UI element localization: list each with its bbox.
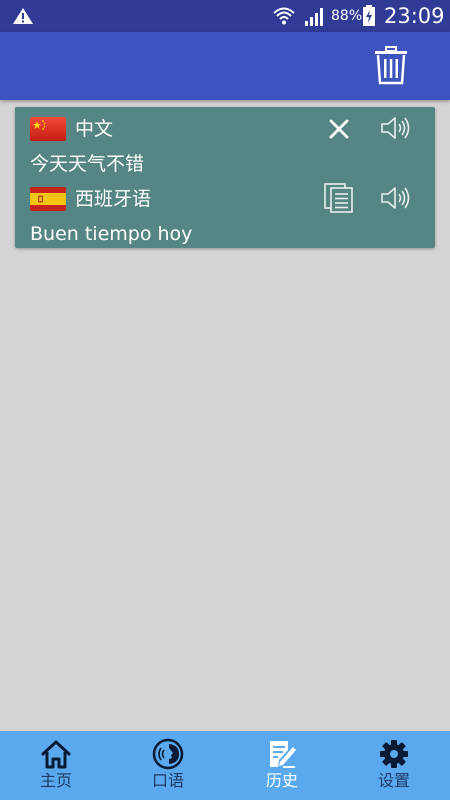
nav-item-home[interactable]: 主页 <box>0 731 112 800</box>
nav-item-speak[interactable]: 口语 <box>112 731 224 800</box>
home-icon <box>41 740 71 769</box>
speak-icon <box>152 738 184 770</box>
app-bar <box>0 32 450 100</box>
nav-label-history: 历史 <box>265 771 298 790</box>
nav-item-history[interactable]: 历史 <box>226 731 338 800</box>
history-card[interactable]: 中文 今天天气不错 西班牙语 Buen tiempo hoy <box>15 107 435 248</box>
target-language-label: 西班牙语 <box>75 188 152 210</box>
spain-flag-icon <box>30 187 66 211</box>
speaker-icon[interactable] <box>381 185 411 211</box>
history-icon <box>270 741 296 768</box>
china-flag-icon <box>30 117 66 141</box>
signal-icon <box>305 8 323 26</box>
close-icon[interactable] <box>329 119 349 139</box>
bottom-nav: 主页 口语 历史 设置 <box>0 731 450 800</box>
speaker-icon[interactable] <box>381 115 411 141</box>
trash-icon[interactable] <box>374 45 408 85</box>
status-bar: 88% 23:09 <box>0 0 450 32</box>
battery-charging-icon <box>363 5 375 26</box>
wifi-icon <box>273 7 295 25</box>
target-text: Buen tiempo hoy <box>30 223 193 245</box>
nav-label-home: 主页 <box>39 771 72 790</box>
battery-percent: 88% <box>331 8 363 24</box>
settings-icon <box>380 740 408 768</box>
warning-icon <box>13 8 33 24</box>
nav-item-settings[interactable]: 设置 <box>338 731 450 800</box>
nav-label-speak: 口语 <box>151 771 184 790</box>
source-language-label: 中文 <box>75 118 114 140</box>
status-time: 23:09 <box>384 4 445 28</box>
copy-icon[interactable] <box>323 182 355 214</box>
nav-label-settings: 设置 <box>377 771 410 790</box>
source-text: 今天天气不错 <box>30 153 145 175</box>
